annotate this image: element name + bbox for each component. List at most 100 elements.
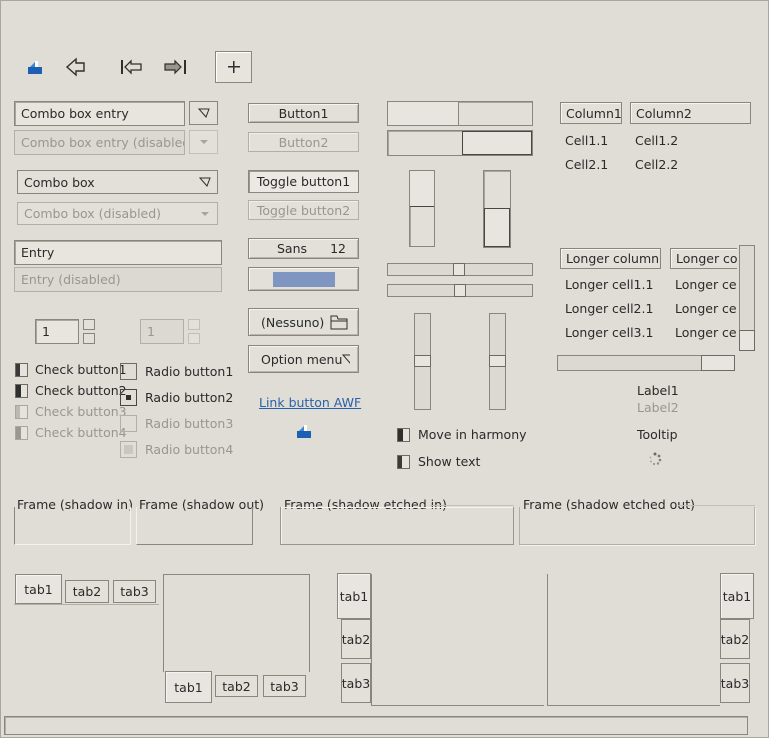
scale-horizontal-1[interactable]	[387, 263, 533, 276]
home-icon	[28, 61, 42, 74]
tree1-cell[interactable]: Cell1.1	[565, 133, 608, 148]
progress-fill	[484, 208, 510, 247]
combo-box-disabled-value: Combo box (disabled)	[24, 206, 162, 221]
spin-button-input[interactable]: 1	[35, 319, 79, 344]
combo-box-value: Combo box	[24, 174, 95, 190]
toolbar-back-button[interactable]	[61, 52, 91, 82]
frame-shadow-etched-out	[519, 507, 755, 545]
notebook4-tab-3[interactable]: tab3	[720, 663, 750, 703]
entry-field-disabled: Entry (disabled)	[14, 267, 222, 292]
tree2-column-header-1[interactable]: Longer column1	[560, 248, 661, 269]
combo-entry-disabled-dropdown	[189, 130, 218, 154]
toolbar-last-button[interactable]	[161, 52, 191, 82]
scrollbar-thumb[interactable]	[739, 330, 755, 351]
toolbar-first-button[interactable]	[117, 52, 147, 82]
spinner-icon	[649, 452, 662, 466]
check-button-2[interactable]: Check button2	[15, 383, 127, 398]
notebook2-tab-3[interactable]: tab3	[263, 675, 306, 697]
checkbox-box	[397, 454, 410, 469]
show-text-label: Show text	[418, 454, 481, 469]
scale-slider[interactable]	[489, 355, 506, 367]
toolbar-home-button[interactable]	[20, 52, 50, 82]
tree2-view: Longer column1 Longer colu Longer cell1.…	[557, 246, 737, 354]
tree1-column-header-2[interactable]: Column2	[630, 102, 751, 124]
notebook4-tab-1[interactable]: tab1	[720, 573, 754, 619]
frame-shadow-in	[14, 507, 131, 545]
notebook1-tab-2[interactable]: tab2	[65, 580, 109, 603]
tree2-cell[interactable]: Longer cell2.1	[565, 301, 653, 316]
notebook4-tab-2[interactable]: tab2	[720, 619, 750, 659]
notebook3-panel	[371, 574, 544, 706]
label-1: Label1	[637, 383, 679, 398]
progress-fill	[462, 131, 532, 155]
scale-slider[interactable]	[453, 263, 465, 276]
combo-entry-input[interactable]: Combo box entry	[14, 101, 185, 126]
combo-box[interactable]: Combo box	[17, 170, 218, 194]
entry-field[interactable]: Entry	[14, 240, 222, 265]
tree2-cell[interactable]: Longer cell1.1	[565, 277, 653, 292]
notebook1-tab-1[interactable]: tab1	[15, 574, 62, 604]
add-icon	[227, 61, 240, 73]
option-menu[interactable]: Option menu	[248, 345, 359, 373]
tree2-vertical-scrollbar[interactable]	[739, 245, 755, 351]
progress-bar-vertical-1	[409, 170, 435, 247]
spin-down-button[interactable]	[83, 333, 95, 344]
scrollbar-thumb[interactable]	[701, 355, 735, 371]
radio-button-2[interactable]: Radio button2	[120, 389, 233, 406]
frame-shadow-etched-in	[280, 507, 514, 545]
tree1-cell[interactable]: Cell2.1	[565, 157, 608, 172]
progress-bar-vertical-2	[483, 170, 511, 248]
radio-button-4-label: Radio button4	[145, 442, 234, 457]
scale-slider[interactable]	[454, 284, 466, 297]
scale-vertical-2[interactable]	[489, 313, 506, 410]
check-button-1[interactable]: Check button1	[15, 362, 127, 377]
font-button[interactable]: Sans 12	[248, 238, 359, 259]
button-1[interactable]: Button1	[248, 103, 359, 123]
notebook3-tab-1[interactable]: tab1	[337, 573, 371, 619]
toggle-button-2: Toggle button2	[248, 200, 359, 220]
color-button[interactable]	[248, 267, 359, 291]
tree2-cell[interactable]: Longer cell	[675, 301, 737, 316]
image-widget	[295, 423, 313, 442]
option-menu-label: Option menu	[261, 351, 343, 367]
spin-up-button-disabled	[188, 319, 200, 330]
scale-slider[interactable]	[414, 355, 431, 367]
check-button-2-label: Check button2	[35, 383, 127, 398]
notebook3-tab-3[interactable]: tab3	[341, 663, 371, 703]
move-in-harmony-check[interactable]: Move in harmony	[397, 427, 527, 442]
scale-vertical-1[interactable]	[414, 313, 431, 410]
radio-indicator	[120, 415, 137, 432]
combo-entry-disabled-input: Combo box entry (disabled)	[14, 130, 185, 155]
frame-top-line	[430, 505, 514, 506]
notebook1-tab-3[interactable]: tab3	[113, 580, 156, 603]
move-in-harmony-label: Move in harmony	[418, 427, 527, 442]
tree2-cell[interactable]: Longer cell3.1	[565, 325, 653, 340]
spin-up-button[interactable]	[83, 319, 95, 330]
tree2-cell[interactable]: Longer cell	[675, 325, 737, 340]
check-button-4-label: Check button4	[35, 425, 127, 440]
radio-button-1[interactable]: Radio button1	[120, 363, 233, 380]
combo-entry-dropdown-button[interactable]	[189, 101, 218, 125]
tree2-horizontal-scrollbar[interactable]	[557, 355, 735, 371]
notebook2-tab-2[interactable]: tab2	[215, 675, 258, 697]
toolbar-add-button[interactable]	[215, 51, 252, 83]
progress-fill	[410, 171, 434, 207]
progress-bar-horizontal-2	[387, 130, 533, 156]
tree2-column-header-2[interactable]: Longer colu	[670, 248, 737, 269]
file-chooser-label: (Nessuno)	[261, 314, 325, 330]
notebook2-tab-1[interactable]: tab1	[165, 671, 212, 703]
link-button[interactable]: Link button AWF	[259, 395, 361, 410]
dropdown-arrow-icon	[342, 354, 350, 364]
scale-horizontal-2[interactable]	[387, 284, 533, 297]
tree1-cell[interactable]: Cell2.2	[635, 157, 678, 172]
file-chooser-button[interactable]: (Nessuno)	[248, 308, 359, 336]
dropdown-arrow-icon	[199, 140, 208, 144]
tree1-column-header-1[interactable]: Column1	[560, 102, 622, 124]
tooltip-label: Tooltip	[637, 427, 678, 442]
spin-button-disabled-input: 1	[140, 319, 184, 344]
toggle-button-1[interactable]: Toggle button1	[248, 170, 359, 193]
show-text-check[interactable]: Show text	[397, 454, 480, 469]
tree2-cell[interactable]: Longer cell	[675, 277, 737, 292]
tree1-cell[interactable]: Cell1.2	[635, 133, 678, 148]
notebook3-tab-2[interactable]: tab2	[341, 619, 371, 659]
